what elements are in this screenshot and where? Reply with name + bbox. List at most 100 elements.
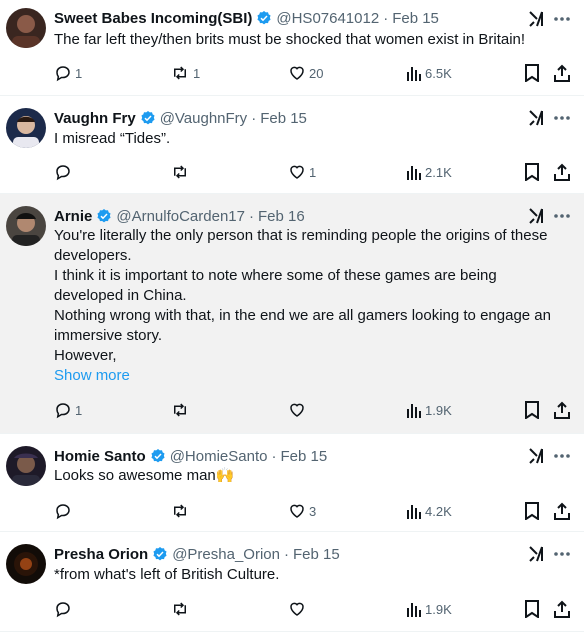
repost-button[interactable]: 1 [170, 63, 200, 83]
repost-button[interactable] [170, 400, 193, 420]
tweet-date[interactable]: Feb 15 [260, 110, 307, 127]
grok-icon[interactable] [528, 207, 546, 225]
author-handle[interactable]: @HS07641012 [276, 10, 379, 27]
like-icon [290, 165, 304, 179]
views-button[interactable]: 1.9K [406, 599, 452, 619]
action-bar: 1 1.9K [0, 400, 584, 420]
bookmark-icon [525, 600, 539, 618]
views-button[interactable]: 6.5K [406, 63, 452, 83]
action-bar: 1.9K [0, 599, 584, 619]
grok-icon[interactable] [528, 10, 546, 28]
repost-icon [174, 602, 186, 616]
share-button[interactable] [553, 599, 571, 619]
bookmark-button[interactable] [524, 599, 540, 619]
tweet-header: Presha Orion @Presha_Orion · Feb 15 [54, 544, 510, 564]
views-icon [407, 166, 421, 180]
views-button[interactable]: 4.2K [406, 501, 452, 521]
like-icon [290, 504, 304, 518]
more-icon[interactable] [552, 207, 572, 225]
tweet-text-line: The far left they/then brits must be sho… [54, 31, 526, 48]
tweet-date[interactable]: Feb 15 [392, 10, 439, 27]
reply-feed: Sweet Babes Incoming(SBI) @HS07641012 · … [0, 0, 584, 632]
repost-button[interactable] [170, 599, 193, 619]
like-button[interactable]: 3 [288, 501, 316, 521]
share-icon [554, 163, 570, 181]
repost-icon [174, 66, 186, 80]
tweet[interactable]: Vaughn Fry @VaughnFry · Feb 15 I misread… [0, 96, 584, 194]
bookmark-button[interactable] [524, 162, 540, 182]
repost-button[interactable] [170, 501, 193, 521]
grok-icon[interactable] [528, 447, 546, 465]
like-icon [290, 602, 304, 616]
avatar[interactable] [6, 206, 46, 246]
author-handle[interactable]: @ArnulfoCarden17 [116, 208, 245, 225]
tweet-date[interactable]: Feb 15 [293, 546, 340, 563]
like-button[interactable]: 1 [288, 162, 316, 182]
tweet-text: The far left they/then brits must be sho… [54, 30, 570, 50]
tweet[interactable]: Homie Santo @HomieSanto · Feb 15 Looks s… [0, 434, 584, 532]
share-button[interactable] [553, 63, 571, 83]
views-button[interactable]: 1.9K [406, 400, 452, 420]
more-icon[interactable] [552, 447, 572, 465]
view-count: 2.1K [425, 164, 452, 180]
tweet-date[interactable]: Feb 15 [280, 448, 327, 465]
author-handle[interactable]: @VaughnFry [160, 110, 248, 127]
tweet-text-line: I think it is important to note where so… [54, 267, 497, 304]
share-button[interactable] [553, 501, 571, 521]
show-more-link[interactable]: Show more [54, 366, 570, 386]
grok-icon[interactable] [528, 109, 546, 127]
tweet-date[interactable]: Feb 16 [258, 208, 305, 225]
separator-dot: · [383, 9, 389, 27]
more-icon[interactable] [552, 10, 572, 28]
author-name[interactable]: Sweet Babes Incoming(SBI) [54, 10, 252, 27]
views-button[interactable]: 2.1K [406, 162, 452, 182]
author-handle[interactable]: @Presha_Orion [172, 546, 280, 563]
tweet[interactable]: Arnie @ArnulfoCarden17 · Feb 16 You're l… [0, 194, 584, 434]
reply-icon [56, 504, 70, 520]
bookmark-button[interactable] [524, 501, 540, 521]
tweet-text-line: Nothing wrong with that, in the end we a… [54, 307, 551, 344]
more-icon[interactable] [552, 109, 572, 127]
author-handle[interactable]: @HomieSanto [170, 448, 268, 465]
reply-button[interactable] [54, 162, 75, 182]
like-button[interactable] [288, 599, 309, 619]
author-name[interactable]: Presha Orion [54, 546, 148, 563]
separator-dot: · [271, 447, 277, 465]
grok-icon[interactable] [528, 545, 546, 563]
bookmark-button[interactable] [524, 63, 540, 83]
tweet-text-line: You're literally the only person that is… [54, 227, 548, 264]
view-count: 1.9K [425, 601, 452, 617]
tweet-header: Vaughn Fry @VaughnFry · Feb 15 [54, 108, 510, 128]
reply-button[interactable] [54, 501, 75, 521]
bookmark-button[interactable] [524, 400, 540, 420]
reply-count: 1 [75, 402, 83, 418]
repost-button[interactable] [170, 162, 193, 182]
avatar[interactable] [6, 544, 46, 584]
avatar[interactable] [6, 108, 46, 148]
tweet-header: Sweet Babes Incoming(SBI) @HS07641012 · … [54, 8, 510, 28]
tweet-text: I misread “Tides”. [54, 129, 570, 149]
repost-icon [174, 504, 186, 518]
author-name[interactable]: Arnie [54, 208, 92, 225]
view-count: 1.9K [425, 402, 452, 418]
like-button[interactable] [288, 400, 309, 420]
share-button[interactable] [553, 400, 571, 420]
reply-count: 1 [75, 65, 83, 81]
views-icon [407, 505, 421, 519]
author-name[interactable]: Vaughn Fry [54, 110, 136, 127]
tweet[interactable]: Presha Orion @Presha_Orion · Feb 15 *fro… [0, 532, 584, 632]
reply-button[interactable]: 1 [54, 63, 82, 83]
avatar[interactable] [6, 446, 46, 486]
share-button[interactable] [553, 162, 571, 182]
more-icon[interactable] [552, 545, 572, 563]
like-button[interactable]: 20 [288, 63, 323, 83]
reply-button[interactable] [54, 599, 75, 619]
share-icon [554, 401, 570, 419]
like-count: 1 [309, 164, 317, 180]
avatar[interactable] [6, 8, 46, 48]
tweet[interactable]: Sweet Babes Incoming(SBI) @HS07641012 · … [0, 0, 584, 96]
verified-badge-icon [140, 110, 156, 126]
bookmark-icon [525, 502, 539, 520]
author-name[interactable]: Homie Santo [54, 448, 146, 465]
reply-button[interactable]: 1 [54, 400, 82, 420]
